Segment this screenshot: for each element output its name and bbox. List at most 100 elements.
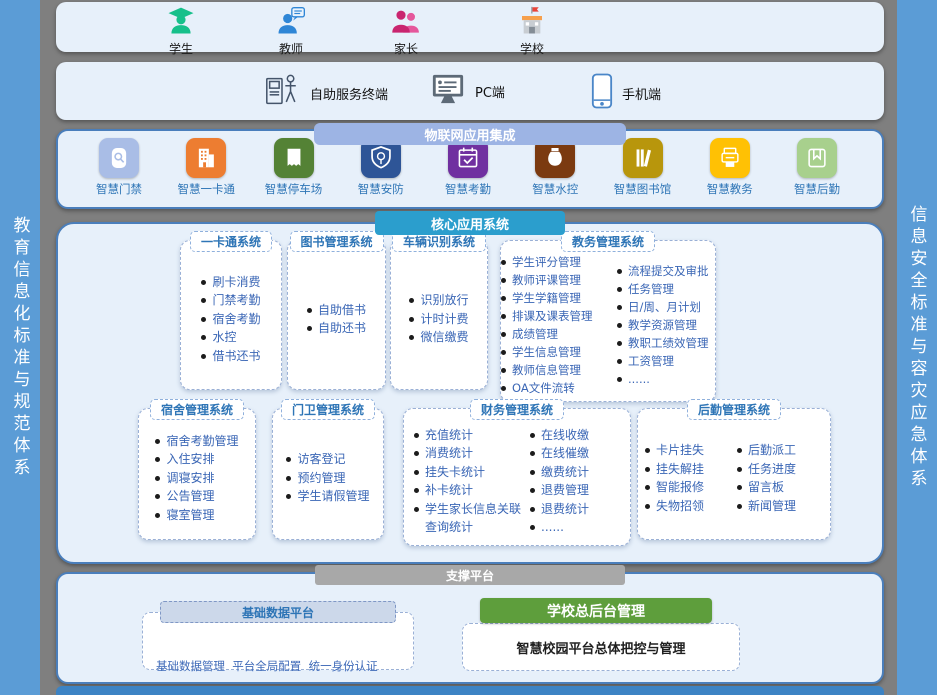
list-item: 任务管理 bbox=[617, 280, 715, 298]
list-item: 计时计费 bbox=[409, 310, 468, 329]
list-item: 退费管理 bbox=[530, 481, 620, 500]
feature-list: 后勤派工任务进度留言板新闻管理 bbox=[737, 441, 823, 515]
list-item-label: 消费统计 bbox=[425, 444, 473, 463]
bullet-dot bbox=[645, 467, 650, 472]
list-item-label: 预约管理 bbox=[297, 469, 345, 488]
bullet-dot bbox=[501, 260, 506, 265]
list-item: 微信缴费 bbox=[409, 328, 468, 347]
list-item: 学生评分管理 bbox=[501, 253, 613, 271]
list-item-label: 退费管理 bbox=[541, 481, 589, 500]
bullet-dot bbox=[617, 341, 622, 346]
teacher-icon bbox=[276, 6, 306, 40]
bullet-dot bbox=[737, 485, 742, 490]
bullet-dot bbox=[409, 335, 414, 340]
list-item-label: 学生信息管理 bbox=[512, 343, 581, 361]
right-standards-bar: 信息安全标准与容灾应急体系 bbox=[897, 0, 937, 695]
list-item: 成绩管理 bbox=[501, 325, 613, 343]
feature-list: 识别放行计时计费微信缴费 bbox=[409, 291, 468, 347]
school-icon bbox=[517, 6, 547, 40]
user-role-parent: 家长 bbox=[391, 6, 421, 57]
list-item: 教学资源管理 bbox=[617, 316, 715, 334]
terminals-row: 自助服务终端 PC端 手机端 bbox=[56, 62, 884, 120]
bullet-dot bbox=[414, 470, 419, 475]
iot-item-academic: 智慧教务 bbox=[689, 138, 771, 207]
bullet-dot bbox=[530, 451, 535, 456]
iot-item-label: 智慧教务 bbox=[707, 181, 753, 197]
self-service-kiosk-icon bbox=[263, 72, 301, 114]
door-access-icon bbox=[99, 138, 139, 178]
iot-item-label: 智慧考勤 bbox=[445, 181, 491, 197]
list-item: 识别放行 bbox=[409, 291, 468, 310]
list-item: 自助还书 bbox=[307, 319, 366, 338]
base-data-platform-content: 基础数据管理 平台全局配置 统一身份认证 用户账户与权限管理 单点登录 bbox=[143, 613, 413, 695]
iot-item-security: 智慧安防 bbox=[340, 138, 422, 207]
library-books-icon bbox=[623, 138, 663, 178]
list-item-label: 计时计费 bbox=[420, 310, 468, 329]
bullet-dot bbox=[155, 457, 160, 462]
bullet-dot bbox=[501, 296, 506, 301]
list-item-label: 自助还书 bbox=[318, 319, 366, 338]
iot-item-logistics: 智慧后勤 bbox=[776, 138, 858, 207]
bullet-dot bbox=[737, 467, 742, 472]
list-item-label: 排课及课表管理 bbox=[512, 307, 593, 325]
list-item-label: 宿舍考勤 bbox=[212, 310, 260, 329]
parking-ticket-icon bbox=[274, 138, 314, 178]
bullet-dot bbox=[307, 326, 312, 331]
system-box-onecard: 一卡通系统 刷卡消费门禁考勤宿舍考勤水控借书还书 bbox=[180, 240, 282, 390]
list-item: 刷卡消费 bbox=[201, 273, 260, 292]
list-item-label: 借书还书 bbox=[212, 347, 260, 366]
list-item-label: 水控 bbox=[212, 328, 236, 347]
system-box-finance: 财务管理系统 充值统计消费统计挂失卡统计补卡统计学生家长信息关联查询统计 在线收… bbox=[403, 408, 631, 546]
list-item-label: 宿舍考勤管理 bbox=[166, 432, 238, 451]
list-item-label: 学生请假管理 bbox=[297, 487, 369, 506]
list-item: 排课及课表管理 bbox=[501, 307, 613, 325]
bullet-dot bbox=[286, 494, 291, 499]
base-platform-line: 基础数据管理 平台全局配置 统一身份认证 bbox=[156, 658, 413, 674]
bullet-dot bbox=[530, 433, 535, 438]
list-item: 借书还书 bbox=[201, 347, 260, 366]
feature-list: 流程提交及审批任务管理日/周、月计划教学资源管理教职工绩效管理工资管理.....… bbox=[617, 262, 715, 388]
list-item-label: 学生学籍管理 bbox=[512, 289, 581, 307]
list-item: 退费统计 bbox=[530, 500, 620, 519]
core-section-header: 核心应用系统 bbox=[375, 211, 565, 235]
list-item: 预约管理 bbox=[286, 469, 369, 488]
feature-list: 宿舍考勤管理入住安排调寝安排公告管理寝室管理 bbox=[155, 432, 238, 525]
bullet-dot bbox=[617, 377, 622, 382]
user-role-student: 学生 bbox=[166, 6, 196, 57]
list-item: 工资管理 bbox=[617, 352, 715, 370]
system-box-academic-affairs: 教务管理系统 学生评分管理教师评课管理学生学籍管理排课及课表管理成绩管理学生信息… bbox=[500, 240, 716, 402]
list-item: 宿舍考勤管理 bbox=[155, 432, 238, 451]
left-standards-bar: 教育信息化标准与规范体系 bbox=[0, 0, 40, 695]
list-item: 访客登记 bbox=[286, 450, 369, 469]
user-role-teacher: 教师 bbox=[276, 6, 306, 57]
terminal-label: 自助服务终端 bbox=[310, 84, 388, 103]
iot-item-label: 智慧一卡通 bbox=[178, 181, 236, 197]
system-title: 图书管理系统 bbox=[289, 231, 383, 252]
iot-item-label: 智慧水控 bbox=[532, 181, 578, 197]
right-standards-label: 信息安全标准与容灾应急体系 bbox=[905, 205, 930, 491]
list-item-label: 缴费统计 bbox=[541, 463, 589, 482]
list-item: 失物招领 bbox=[645, 497, 733, 516]
bullet-dot bbox=[307, 308, 312, 313]
list-item: 补卡统计 bbox=[414, 481, 526, 500]
bullet-dot bbox=[737, 504, 742, 509]
list-item-label: 识别放行 bbox=[420, 291, 468, 310]
list-item: 流程提交及审批 bbox=[617, 262, 715, 280]
list-item-label: 刷卡消费 bbox=[212, 273, 260, 292]
list-item-label: 自助借书 bbox=[318, 301, 366, 320]
iot-item-label: 智慧安防 bbox=[358, 181, 404, 197]
user-roles-row: 学生 教师 家长 学校 bbox=[56, 2, 884, 52]
list-item-label: 任务管理 bbox=[628, 280, 674, 298]
bullet-dot bbox=[617, 323, 622, 328]
list-item: 水控 bbox=[201, 328, 260, 347]
system-title: 后勤管理系统 bbox=[687, 399, 781, 420]
bullet-dot bbox=[501, 332, 506, 337]
bullet-dot bbox=[286, 476, 291, 481]
list-item: ...... bbox=[617, 370, 715, 388]
base-data-platform-box: 基础数据平台 基础数据管理 平台全局配置 统一身份认证 用户账户与权限管理 单点… bbox=[142, 612, 414, 670]
system-box-library: 图书管理系统 自助借书自助还书 bbox=[287, 240, 386, 390]
system-title: 一卡通系统 bbox=[190, 231, 272, 252]
list-item: 学生请假管理 bbox=[286, 487, 369, 506]
feature-list: 卡片挂失挂失解挂智能报修失物招领 bbox=[645, 441, 733, 515]
list-item-label: 日/周、月计划 bbox=[628, 298, 701, 316]
